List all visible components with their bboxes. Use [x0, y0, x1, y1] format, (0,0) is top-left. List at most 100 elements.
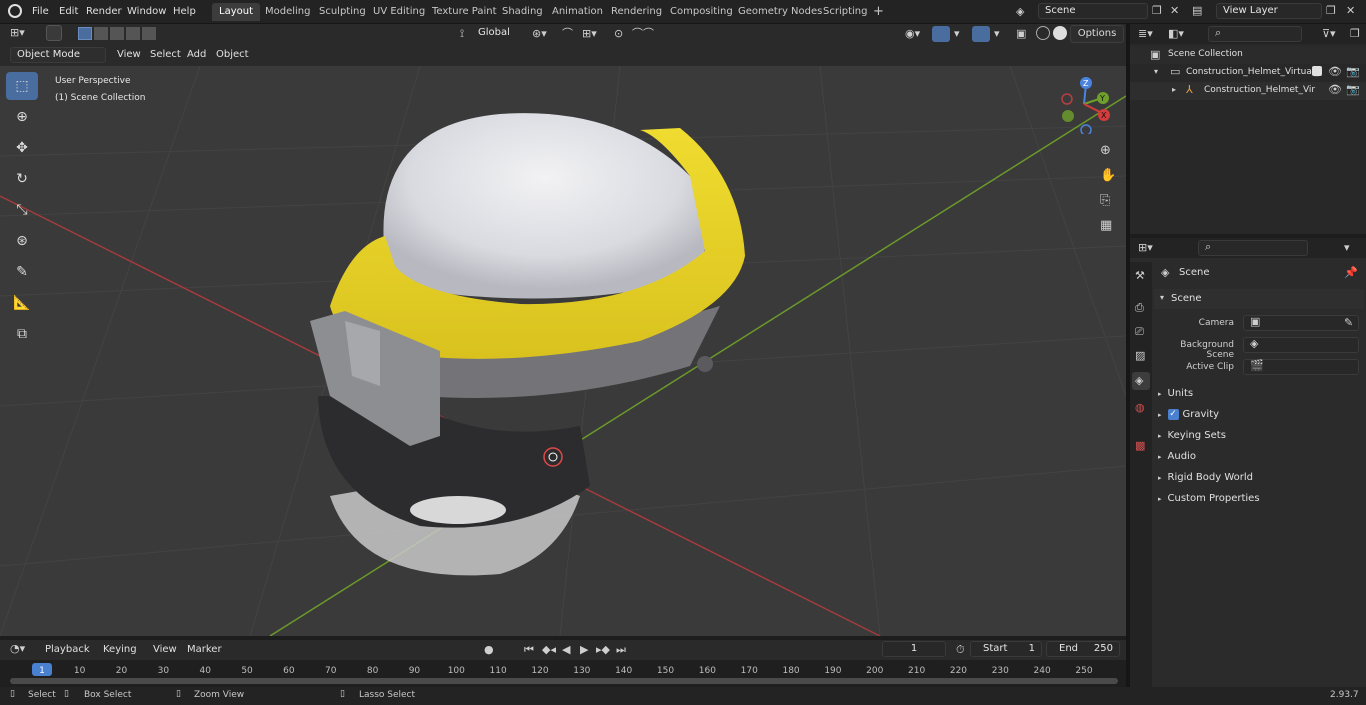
panel-custom-properties[interactable]: ▸ Custom Properties — [1158, 489, 1260, 509]
jump-end-icon[interactable]: ⏭ — [616, 644, 626, 655]
annotate-tool-icon[interactable]: ✎ — [6, 258, 38, 286]
timeline-scrollbar[interactable] — [10, 678, 1118, 684]
outliner-search-input[interactable]: ⌕ — [1208, 26, 1302, 42]
play-reverse-icon[interactable]: ◀ — [562, 644, 570, 655]
background-scene-field[interactable]: ◈ — [1243, 337, 1359, 353]
collapse-arrow-icon[interactable]: ▾ — [1160, 294, 1164, 302]
outliner-editor-icon[interactable]: ≣▾ — [1138, 28, 1153, 39]
world-tab-icon[interactable]: ◍ — [1135, 402, 1145, 413]
object-mode-dropdown[interactable]: Object Mode — [10, 47, 106, 63]
panel-rigid-body-world[interactable]: ▸ Rigid Body World — [1158, 468, 1253, 488]
3d-viewport[interactable]: User Perspective (1) Scene Collection Z … — [0, 66, 1126, 636]
gizmo-dropdown-icon[interactable]: ▾ — [954, 28, 960, 39]
select-box-tool-icon[interactable]: ⬚ — [6, 72, 38, 100]
tab-animation[interactable]: Animation — [545, 3, 610, 21]
viewport-menu-select[interactable]: Select — [145, 47, 186, 63]
outliner-item-collection[interactable]: Construction_Helmet_Virtual_ — [1186, 67, 1319, 77]
camera-render-icon[interactable]: 📷 — [1346, 66, 1360, 77]
transform-orientation-dropdown[interactable]: Global — [472, 26, 524, 42]
measure-tool-icon[interactable]: 📐 — [6, 289, 38, 317]
timeline-menu-marker[interactable]: Marker — [182, 642, 227, 658]
editor-type-icon[interactable]: ⊞▾ — [10, 27, 25, 38]
eye-icon[interactable]: 👁 — [1328, 66, 1342, 77]
add-workspace-button[interactable]: + — [866, 3, 891, 21]
scene-tab-icon[interactable]: ◈ — [1132, 372, 1150, 390]
menu-render[interactable]: Render — [81, 4, 127, 20]
outliner-item-object[interactable]: Construction_Helmet_Vir — [1204, 85, 1315, 95]
panel-keying-sets[interactable]: ▸ Keying Sets — [1158, 426, 1226, 446]
navigation-gizmo[interactable]: Z Y X — [1056, 74, 1116, 134]
eye-icon[interactable]: 👁 — [1328, 84, 1342, 95]
cursor-tool-icon[interactable]: ⊕ — [6, 103, 38, 131]
snap-target-icon[interactable]: ⊞▾ — [582, 28, 597, 39]
start-frame-field[interactable]: Start 1 — [970, 641, 1042, 657]
timeline-menu-playback[interactable]: Playback — [40, 642, 95, 658]
properties-options-icon[interactable]: ▾ — [1344, 242, 1350, 253]
menu-edit[interactable]: Edit — [54, 4, 83, 20]
tab-layout[interactable]: Layout — [212, 3, 260, 21]
tab-rendering[interactable]: Rendering — [604, 3, 669, 21]
view-layer-icon[interactable]: ▤ — [1192, 5, 1202, 16]
viewport-menu-add[interactable]: Add — [182, 47, 211, 63]
proportional-edit-icon[interactable]: ⊙ — [614, 28, 623, 39]
visibility-icon[interactable]: ◉▾ — [905, 28, 920, 39]
options-button[interactable]: Options — [1070, 25, 1124, 43]
tab-compositing[interactable]: Compositing — [663, 3, 740, 21]
menu-window[interactable]: Window — [122, 4, 171, 20]
add-cube-tool-icon[interactable]: ⧉ — [6, 320, 38, 348]
view-layer-tab-icon[interactable]: ▨ — [1135, 350, 1145, 361]
prev-keyframe-icon[interactable]: ◆◂ — [542, 644, 556, 655]
new-view-layer-icon[interactable]: ❐ — [1326, 5, 1336, 16]
next-keyframe-icon[interactable]: ▸◆ — [596, 644, 610, 655]
overlay-toggle-icon[interactable] — [972, 26, 990, 42]
scale-tool-icon[interactable]: ⤡ — [6, 196, 38, 224]
camera-render-icon[interactable]: 📷 — [1346, 84, 1360, 95]
output-tab-icon[interactable]: ⎚ — [1135, 326, 1144, 337]
close-scene-icon[interactable]: ✕ — [1170, 5, 1179, 16]
zoom-view-icon[interactable]: ⊕ — [1100, 144, 1111, 157]
display-mode-icon[interactable]: ◧▾ — [1168, 28, 1184, 39]
filter-icon[interactable]: ⊽▾ — [1322, 28, 1336, 39]
new-collection-icon[interactable]: ❐ — [1350, 28, 1360, 39]
gizmo-toggle-icon[interactable] — [932, 26, 950, 42]
properties-search-input[interactable]: ⌕ — [1198, 240, 1308, 256]
tab-texture-paint[interactable]: Texture Paint — [425, 3, 504, 21]
timeline-menu-keying[interactable]: Keying — [98, 642, 142, 658]
gravity-checkbox[interactable]: ✓ — [1167, 408, 1179, 420]
viewport-menu-object[interactable]: Object — [211, 47, 254, 63]
overlay-dropdown-icon[interactable]: ▾ — [994, 28, 1000, 39]
tab-uv-editing[interactable]: UV Editing — [366, 3, 432, 21]
tool-tab-icon[interactable]: ⚒ — [1135, 270, 1145, 281]
xray-icon[interactable]: ▣ — [1016, 28, 1026, 39]
expand-arrow-icon[interactable]: ▾ — [1154, 68, 1158, 76]
scene-field[interactable]: Scene — [1038, 3, 1148, 19]
exclude-checkbox[interactable] — [1312, 66, 1322, 76]
tab-sculpting[interactable]: Sculpting — [312, 3, 373, 21]
texture-tab-icon[interactable]: ▩ — [1135, 440, 1145, 451]
render-tab-icon[interactable]: ⎙ — [1135, 302, 1144, 313]
snap-icon[interactable]: ⌒ — [562, 28, 573, 39]
tab-shading[interactable]: Shading — [495, 3, 550, 21]
area-divider[interactable] — [1126, 24, 1130, 687]
timeline-editor-icon[interactable]: ◔▾ — [10, 643, 25, 654]
tab-geometry-nodes[interactable]: Geometry Nodes — [731, 3, 829, 21]
outliner-root-label[interactable]: Scene Collection — [1168, 49, 1243, 59]
select-mode-buttons[interactable] — [78, 27, 158, 41]
camera-field[interactable]: ▣ — [1243, 315, 1359, 331]
current-frame-field[interactable]: 1 — [882, 641, 946, 657]
record-icon[interactable]: ● — [484, 644, 494, 655]
properties-editor-icon[interactable]: ⊞▾ — [1138, 242, 1153, 253]
viewport-menu-view[interactable]: View — [112, 47, 146, 63]
falloff-icon[interactable]: ⌒⌒ — [632, 28, 654, 39]
pan-view-icon[interactable]: ✋ — [1100, 169, 1116, 182]
end-frame-field[interactable]: End 250 — [1046, 641, 1120, 657]
transform-tool-icon[interactable]: ⊛ — [6, 227, 38, 255]
timeline-menu-view[interactable]: View — [148, 642, 182, 658]
select-tool-button[interactable] — [46, 25, 62, 41]
eyedropper-icon[interactable]: ✎ — [1344, 317, 1353, 328]
blender-logo-icon[interactable] — [8, 4, 22, 18]
menu-help[interactable]: Help — [168, 4, 201, 20]
active-clip-field[interactable]: 🎬 — [1243, 359, 1359, 375]
stopwatch-icon[interactable]: ⏱ — [956, 644, 965, 655]
panel-units[interactable]: ▸ Units — [1158, 384, 1193, 404]
